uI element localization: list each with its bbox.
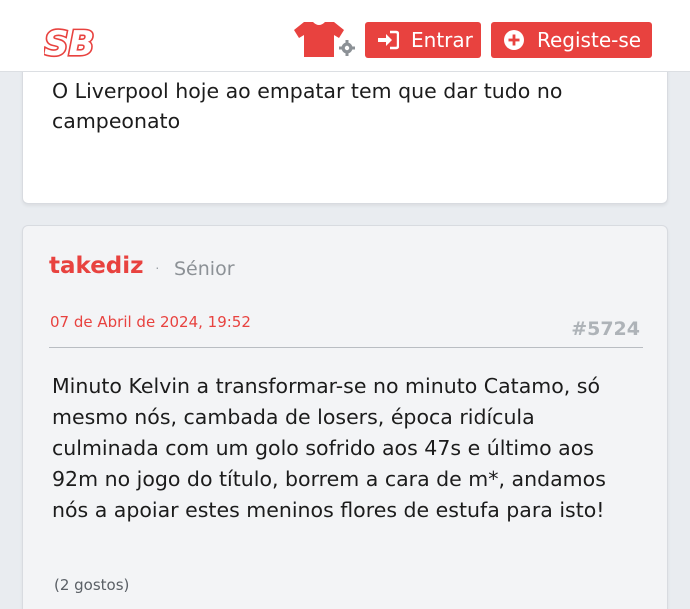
gear-icon — [339, 40, 355, 56]
shirt-selector[interactable] — [292, 20, 358, 60]
register-button[interactable]: Registe-se — [491, 22, 652, 58]
plus-circle-icon — [503, 29, 525, 51]
post-likes-count[interactable]: (2 gostos) — [54, 576, 129, 594]
post-username[interactable]: takediz — [49, 253, 144, 279]
post-body: Minuto Kelvin a transformar-se no minuto… — [52, 374, 606, 522]
login-arrow-icon — [377, 29, 399, 51]
post-divider — [49, 347, 643, 348]
shirt-icon — [294, 22, 344, 57]
login-label: Entrar — [411, 28, 473, 52]
meta-separator: · — [155, 259, 160, 275]
post-date[interactable]: 07 de Abril de 2024, 19:52 — [50, 313, 251, 331]
login-button[interactable]: Entrar — [365, 22, 481, 58]
user-rank: Sénior — [174, 258, 235, 280]
logo-text: SB — [44, 24, 94, 62]
previous-post-text: O Liverpool hoje ao empatar tem que dar … — [52, 79, 563, 133]
register-label: Registe-se — [537, 28, 642, 52]
site-logo[interactable]: SB — [42, 22, 104, 65]
post-card: takediz · Sénior 07 de Abril de 2024, 19… — [22, 225, 668, 609]
post-number[interactable]: #5724 — [571, 318, 640, 340]
site-header: SB Entrar Registe-se — [0, 0, 690, 72]
